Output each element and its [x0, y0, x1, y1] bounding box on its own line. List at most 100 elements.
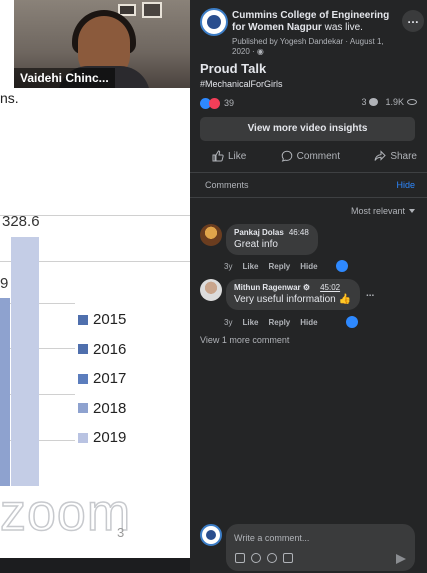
legend-item: 2017 — [78, 364, 126, 394]
comment-hide-button[interactable]: Hide — [300, 262, 317, 271]
emoji-icon[interactable] — [251, 553, 261, 563]
comment-text: Great info — [234, 239, 278, 250]
participant-name: Vaidehi Chinc... — [14, 68, 115, 88]
comment-input[interactable] — [234, 531, 404, 545]
legend-item: 2019 — [78, 423, 126, 453]
globe-icon: ◉ — [256, 47, 264, 56]
like-button[interactable]: Like — [212, 147, 246, 165]
comment-author[interactable]: Mithun Ragenwar — [234, 283, 301, 292]
comment-bubble: Mithun Ragenwar ⚙ 45:02 Very useful infor… — [226, 279, 360, 310]
comments-count[interactable]: 3 — [361, 97, 366, 107]
legend-item: 2016 — [78, 335, 126, 365]
comment-bubble-icon — [281, 150, 292, 162]
legend-label: 2019 — [93, 429, 127, 447]
comment-hide-button[interactable]: Hide — [300, 318, 317, 327]
comment-label: Comment — [296, 150, 341, 162]
comment-meta: 3y Like Reply Hide — [224, 318, 318, 327]
camera-icon[interactable] — [267, 553, 277, 563]
hashtag-link[interactable]: #MechanicalForGirls — [200, 79, 283, 89]
chart-bar — [0, 298, 10, 486]
legend-swatch — [78, 432, 88, 443]
chart-bar — [11, 237, 39, 486]
video-frame[interactable]: ns. 9 328.6 2015 2016 2017 2018 2019 zoo… — [0, 0, 190, 573]
page-logo-icon — [207, 15, 221, 29]
legend-item: 2015 — [78, 305, 126, 335]
action-bar: Like Comment Share — [212, 147, 417, 165]
zoom-watermark: zoom — [0, 483, 132, 543]
commenter-avatar[interactable] — [200, 224, 222, 246]
slide-page-number: 3 — [117, 525, 125, 540]
composer-toolbar — [235, 553, 293, 563]
wall-frame — [142, 2, 162, 18]
hide-comments-link[interactable]: Hide — [396, 180, 415, 190]
slide-text: ns. — [0, 90, 19, 106]
legend-label: 2017 — [93, 370, 127, 388]
legend-item: 2018 — [78, 394, 126, 424]
sort-label: Most relevant — [350, 206, 405, 216]
page-logo-icon — [206, 530, 216, 540]
sort-dropdown[interactable]: Most relevant — [351, 206, 415, 216]
share-button[interactable]: Share — [374, 147, 417, 165]
send-icon[interactable] — [396, 554, 406, 564]
post-panel: Cummins College of Engineering for Women… — [190, 0, 427, 573]
comment-more-button[interactable]: ... — [366, 288, 374, 299]
reactions-summary[interactable]: 39 — [200, 97, 234, 109]
tab-comments[interactable]: Comments — [205, 180, 249, 190]
my-avatar — [200, 524, 222, 546]
comment-age: 3y — [224, 262, 233, 271]
page-name[interactable]: Cummins College of Engineering for Women… — [232, 10, 392, 34]
divider — [190, 197, 427, 198]
more-options-button[interactable]: … — [402, 10, 424, 32]
post-title: Proud Talk — [200, 61, 267, 76]
gif-icon[interactable] — [283, 553, 293, 563]
comment-like-button[interactable]: Like — [242, 262, 258, 271]
comment-like-icon — [346, 316, 358, 328]
share-label: Share — [390, 150, 417, 162]
legend-label: 2016 — [93, 340, 127, 358]
bar-value-label: 328.6 — [2, 213, 40, 230]
published-info: Published by Yogesh Dandekar · August 1,… — [232, 37, 402, 57]
views-count: 1.9K — [385, 97, 404, 107]
badge-icon: ⚙ — [302, 283, 311, 292]
comment-text: Very useful information 👍 — [234, 294, 351, 305]
love-reaction-icon — [209, 97, 220, 109]
caret-down-icon — [409, 209, 415, 213]
eye-icon — [407, 99, 417, 105]
comment-author-row: Mithun Ragenwar ⚙ 45:02 — [234, 283, 351, 292]
comment-timestamp[interactable]: 46:48 — [289, 228, 309, 237]
comment-reply-button[interactable]: Reply — [268, 318, 290, 327]
post-stats: 3 1.9K — [361, 97, 417, 107]
commenter-avatar[interactable] — [200, 279, 222, 301]
comment-timestamp[interactable]: 45:02 — [320, 283, 340, 292]
page-name-link[interactable]: Cummins College of Engineering for Women… — [232, 10, 389, 33]
sticker-icon[interactable] — [235, 553, 245, 563]
reaction-count: 39 — [224, 98, 235, 108]
legend-swatch — [78, 403, 88, 414]
comment-button[interactable]: Comment — [281, 147, 340, 165]
was-live-text: was live. — [321, 22, 363, 33]
comment-meta: 3y Like Reply Hide — [224, 262, 318, 271]
legend-label: 2018 — [93, 399, 127, 417]
participant-video[interactable]: Vaidehi Chinc... — [14, 0, 190, 88]
page-avatar[interactable] — [200, 8, 228, 36]
bar-value-label: 9 — [0, 275, 9, 292]
comment-age: 3y — [224, 318, 233, 327]
legend-swatch — [78, 344, 88, 355]
comment-bubble: Pankaj Dolas 46:48 Great info — [226, 224, 318, 255]
video-bottom-bar — [0, 558, 190, 573]
view-insights-button[interactable]: View more video insights — [200, 117, 415, 141]
screen: ns. 9 328.6 2015 2016 2017 2018 2019 zoo… — [0, 0, 427, 573]
comment-author-row: Pankaj Dolas 46:48 — [234, 228, 309, 237]
comment-like-button[interactable]: Like — [242, 318, 258, 327]
divider — [190, 172, 427, 173]
chart-legend: 2015 2016 2017 2018 2019 — [78, 305, 126, 453]
comment-box[interactable] — [226, 524, 415, 571]
comment-author[interactable]: Pankaj Dolas — [234, 228, 284, 237]
comment-count-icon — [369, 98, 379, 106]
legend-label: 2015 — [93, 311, 127, 329]
legend-swatch — [78, 373, 88, 384]
published-text: Published by Yogesh Dandekar · August 1,… — [232, 37, 384, 56]
view-more-comments-link[interactable]: View 1 more comment — [200, 335, 289, 345]
comment-reply-button[interactable]: Reply — [268, 262, 290, 271]
share-arrow-icon — [374, 150, 387, 161]
